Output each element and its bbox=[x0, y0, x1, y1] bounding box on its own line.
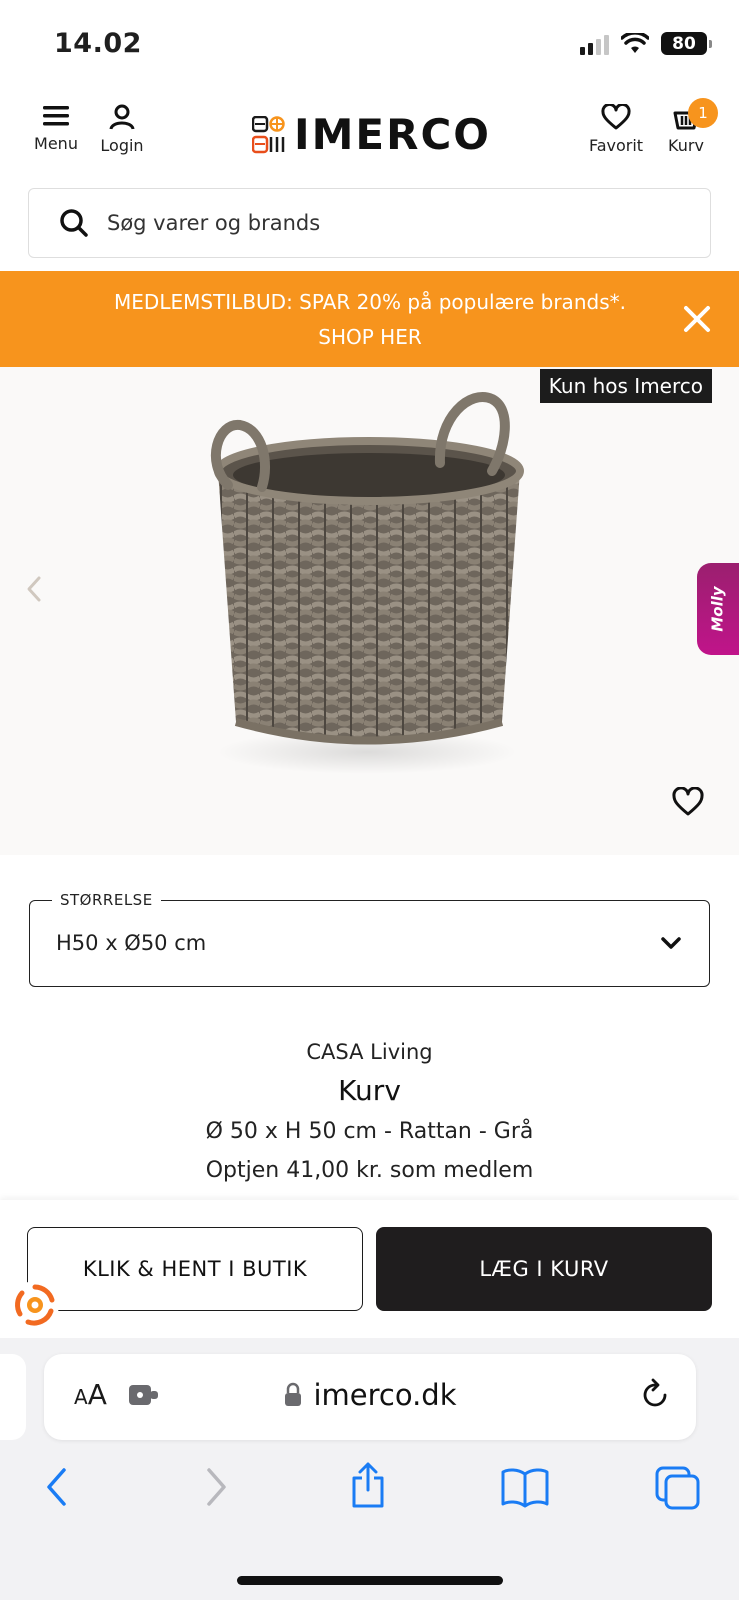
forward-icon[interactable] bbox=[203, 1466, 229, 1508]
size-select-value: H50 x Ø50 cm bbox=[56, 931, 207, 955]
exclusive-badge: Kun hos Imerco bbox=[539, 369, 712, 403]
url-text: imerco.dk bbox=[313, 1378, 457, 1412]
favorites-button[interactable]: Favorit bbox=[580, 104, 652, 155]
site-header: Menu Login IMERCO Favorit Kurv 1 bbox=[0, 90, 739, 178]
battery-icon: 80 bbox=[661, 32, 712, 55]
chevron-left-icon[interactable] bbox=[24, 574, 44, 604]
menu-label: Menu bbox=[34, 134, 78, 153]
product-title: Kurv bbox=[338, 1074, 401, 1107]
promo-banner[interactable]: MEDLEMSTILBUD: SPAR 20% på populære bran… bbox=[0, 271, 739, 367]
status-time: 14.02 bbox=[54, 28, 142, 59]
back-icon[interactable] bbox=[44, 1466, 70, 1508]
product-image-gallery[interactable]: Kun hos Imerco Molly bbox=[0, 367, 739, 855]
cart-button[interactable]: Kurv 1 bbox=[650, 98, 722, 155]
add-to-favorites-icon[interactable] bbox=[671, 787, 705, 817]
search-placeholder: Søg varer og brands bbox=[107, 211, 321, 235]
heart-icon bbox=[601, 104, 631, 130]
reload-icon[interactable] bbox=[638, 1378, 672, 1412]
bookmarks-icon[interactable] bbox=[500, 1466, 550, 1508]
product-image bbox=[210, 392, 524, 774]
product-info: CASA Living Kurv Ø 50 x H 50 cm - Rattan… bbox=[0, 1040, 739, 1183]
status-icons: 80 bbox=[580, 32, 712, 55]
product-brand[interactable]: CASA Living bbox=[0, 1040, 739, 1064]
address-bar[interactable]: AA imerco.dk bbox=[44, 1354, 696, 1440]
chevron-down-icon bbox=[661, 937, 681, 949]
hamburger-icon bbox=[43, 106, 69, 126]
login-button[interactable]: Login bbox=[86, 104, 158, 155]
url-display[interactable]: imerco.dk bbox=[44, 1378, 696, 1412]
signal-icon bbox=[580, 33, 609, 55]
click-and-collect-button[interactable]: KLIK & HENT I BUTIK bbox=[27, 1227, 363, 1311]
previous-tab[interactable] bbox=[0, 1354, 26, 1440]
promo-line-2: SHOP HER bbox=[318, 325, 422, 349]
tabs-icon[interactable] bbox=[655, 1466, 701, 1510]
home-indicator bbox=[237, 1576, 503, 1585]
lock-icon bbox=[285, 1382, 302, 1406]
search-input[interactable]: Søg varer og brands bbox=[28, 188, 711, 258]
promo-line-1: MEDLEMSTILBUD: SPAR 20% på populære bran… bbox=[114, 290, 626, 314]
favorites-label: Favorit bbox=[588, 136, 644, 155]
browser-chrome: AA imerco.dk bbox=[0, 1338, 739, 1600]
recycle-icon[interactable] bbox=[10, 1280, 60, 1330]
cart-count-badge: 1 bbox=[688, 98, 718, 128]
logo-mark-icon bbox=[252, 115, 285, 153]
molly-label: Molly bbox=[709, 586, 728, 632]
action-bar: KLIK & HENT I BUTIK LÆG I KURV bbox=[0, 1200, 739, 1338]
product-specs: Ø 50 x H 50 cm - Rattan - Grå bbox=[205, 1119, 534, 1144]
size-select-label: STØRRELSE bbox=[52, 891, 161, 909]
promo-text[interactable]: MEDLEMSTILBUD: SPAR 20% på populære bran… bbox=[40, 285, 700, 355]
wifi-icon bbox=[621, 32, 649, 53]
menu-button[interactable]: Menu bbox=[20, 104, 92, 153]
molly-chat-tab[interactable]: Molly bbox=[697, 563, 739, 655]
size-select[interactable]: STØRRELSE H50 x Ø50 cm bbox=[29, 891, 710, 987]
user-icon bbox=[109, 104, 135, 130]
imerco-logo[interactable]: IMERCO bbox=[252, 110, 491, 159]
cart-label: Kurv bbox=[668, 136, 704, 155]
login-label: Login bbox=[100, 136, 144, 155]
browser-toolbar bbox=[0, 1462, 739, 1526]
search-icon bbox=[60, 209, 88, 237]
logo-text: IMERCO bbox=[294, 110, 491, 159]
add-to-cart-button[interactable]: LÆG I KURV bbox=[376, 1227, 712, 1311]
status-bar: 14.02 80 bbox=[0, 0, 739, 90]
member-earn-text: Optjen 41,00 kr. som medlem bbox=[205, 1158, 534, 1183]
close-icon[interactable] bbox=[679, 301, 715, 337]
share-icon[interactable] bbox=[348, 1460, 388, 1510]
